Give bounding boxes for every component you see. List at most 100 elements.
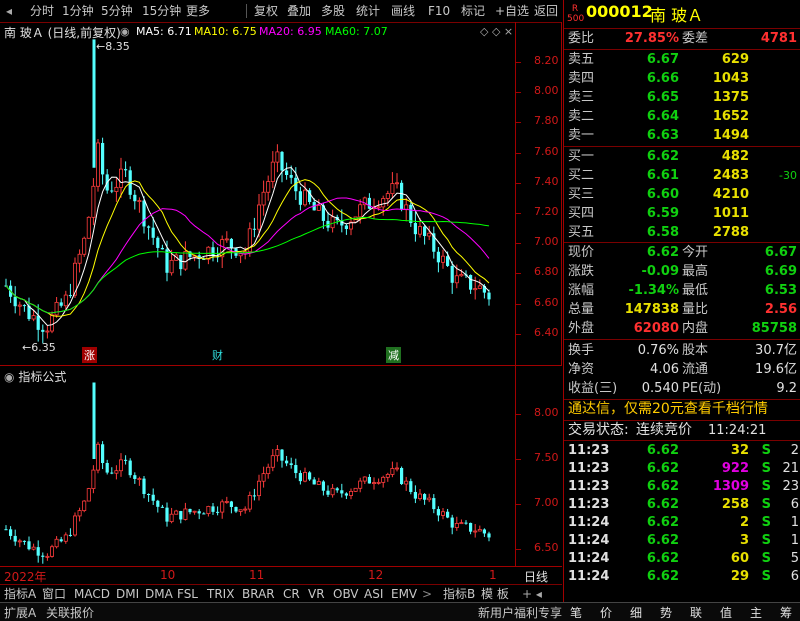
tick-count: 23	[782, 479, 799, 494]
stat-label-left: 现价	[568, 245, 595, 260]
price-tick-label: 6.60	[534, 295, 559, 309]
event-marker-reduce[interactable]: 减	[386, 347, 401, 363]
overlay-button[interactable]: 叠加	[287, 3, 311, 19]
event-marker-up[interactable]: 涨	[82, 347, 97, 363]
tab-scroll-arrows[interactable]: >	[422, 586, 432, 602]
candle-body	[316, 481, 321, 485]
tab-dmi[interactable]: DMI	[116, 586, 139, 602]
candle-body	[22, 305, 26, 307]
tick-price: 6.62	[646, 461, 679, 476]
tab-macd[interactable]: MACD	[74, 586, 110, 602]
tab-vr[interactable]: VR	[308, 586, 325, 602]
tab-1min[interactable]: 1分钟	[62, 3, 94, 19]
status-linked-quote[interactable]: 关联报价	[46, 604, 94, 621]
indicator-panel[interactable]: ◉ 指标公式 8.00 7.50 7.00 6.50	[0, 366, 562, 566]
candle-body	[376, 206, 381, 209]
tick-row: 11:24 6.62 3 S 1	[564, 531, 800, 550]
tab-5min[interactable]: 5分钟	[101, 3, 133, 19]
promo-row[interactable]: 通达信，仅需20元查看千档行情	[564, 400, 800, 420]
add-favorite-button[interactable]: +自选	[495, 3, 529, 19]
weibi-label: 委比	[568, 31, 595, 46]
price-tick-label: 8.00	[534, 84, 559, 98]
adjust-button[interactable]: 复权	[254, 3, 278, 19]
multi-stock-button[interactable]: 多股	[321, 3, 345, 19]
stat-row: 现价 6.62 今开 6.67	[564, 243, 800, 262]
tab-fsl[interactable]: FSL	[177, 586, 198, 602]
candle-body	[394, 467, 399, 470]
f10-button[interactable]: F10	[428, 3, 450, 19]
tab-fenshi[interactable]: 分时	[30, 3, 54, 19]
tab-cr[interactable]: CR	[283, 586, 300, 602]
buy-level-row: 买一 6.62 482	[564, 147, 800, 166]
tab-indicator-b[interactable]: 指标B	[443, 586, 475, 602]
tab-template[interactable]: 模 板	[481, 586, 509, 602]
stat-row: 总量 147838 量比 2.56	[564, 300, 800, 319]
candle-body	[261, 191, 266, 206]
candle-body	[404, 480, 409, 485]
status-icon-link[interactable]: 联	[690, 604, 702, 621]
tab-asi[interactable]: ASI	[364, 586, 383, 602]
tab-trix[interactable]: TRIX	[207, 586, 234, 602]
candle-body	[285, 170, 289, 175]
sell-level-volume: 629	[721, 52, 749, 67]
status-expand[interactable]: 扩展A	[4, 604, 36, 621]
status-promo[interactable]: 新用户福利专享	[478, 604, 562, 621]
candle-body	[367, 476, 371, 484]
candle-body	[147, 226, 151, 228]
sell-level-label: 卖二	[568, 109, 595, 124]
stat-value-right: 2.56	[764, 302, 797, 317]
status-icon-price[interactable]: 价	[600, 604, 612, 621]
tick-side: S	[761, 515, 771, 530]
stat-value-right: 6.67	[764, 245, 797, 260]
candle-body	[256, 480, 261, 497]
candle-body	[17, 540, 22, 543]
tick-row: 11:23 6.62 258 S 6	[564, 495, 800, 514]
stat2-label-right: 流通	[682, 362, 709, 377]
tick-side: S	[761, 479, 771, 494]
more-button[interactable]: 更多	[186, 3, 210, 19]
event-marker-finance[interactable]: 财	[212, 347, 223, 363]
tick-row: 11:23 6.62 1309 S 23	[564, 477, 800, 496]
status-icon-value[interactable]: 值	[720, 604, 732, 621]
date-label-oct: 10	[160, 568, 176, 582]
candle-body	[59, 302, 63, 306]
candle-body	[114, 470, 119, 474]
indicator-tick-label: 6.50	[534, 541, 559, 554]
tab-emv[interactable]: EMV	[391, 586, 417, 602]
price-tick-label: 7.20	[534, 205, 559, 218]
kline-chart-panel[interactable]: 南 玻Ａ (日线,前复权) ◉ MA5: 6.71 MA10: 6.75 MA2…	[0, 22, 562, 365]
back-button[interactable]: 返回	[534, 3, 558, 19]
draw-line-button[interactable]: 画线	[391, 3, 415, 19]
tab-obv[interactable]: OBV	[333, 586, 359, 602]
tab-15min[interactable]: 15分钟	[142, 3, 181, 19]
candle-body	[68, 295, 72, 297]
status-icon-chips[interactable]: 筹	[780, 604, 792, 621]
mark-button[interactable]: 标记	[461, 3, 485, 19]
candle-body	[142, 478, 146, 495]
status-icon-trend[interactable]: 势	[660, 604, 672, 621]
tab-brar[interactable]: BRAR	[242, 586, 275, 602]
tick-time: 11:24	[568, 533, 610, 548]
stats-button[interactable]: 统计	[356, 3, 380, 19]
promo-text[interactable]: 通达信，仅需20元查看千档行情	[568, 400, 768, 419]
toggle-icon[interactable]: ◂	[6, 3, 12, 19]
tab-window[interactable]: 窗口	[42, 586, 66, 602]
tick-price: 6.62	[646, 569, 679, 584]
stat2-row: 换手 0.76% 股本 30.7亿	[564, 341, 800, 360]
tab-dma[interactable]: DMA	[145, 586, 173, 602]
sell-level-row: 卖二 6.64 1652	[564, 107, 800, 126]
candle-body	[110, 472, 114, 474]
stat2-label-left: 换手	[568, 343, 595, 358]
period-label[interactable]: 日线	[524, 568, 548, 585]
candle-body	[114, 186, 119, 192]
candle-body	[440, 255, 445, 263]
tick-time: 11:24	[568, 569, 610, 584]
status-icon-main[interactable]: 主	[750, 604, 762, 621]
stat-value-right: 85758	[751, 321, 797, 336]
tab-indicator-a[interactable]: 指标A	[4, 586, 36, 602]
kline-svg	[4, 39, 491, 344]
stat-label-left: 外盘	[568, 321, 595, 336]
status-icon-tick[interactable]: 笔	[570, 604, 582, 621]
status-icon-detail[interactable]: 细	[630, 604, 642, 621]
tab-controls[interactable]: + ◂	[522, 586, 542, 602]
